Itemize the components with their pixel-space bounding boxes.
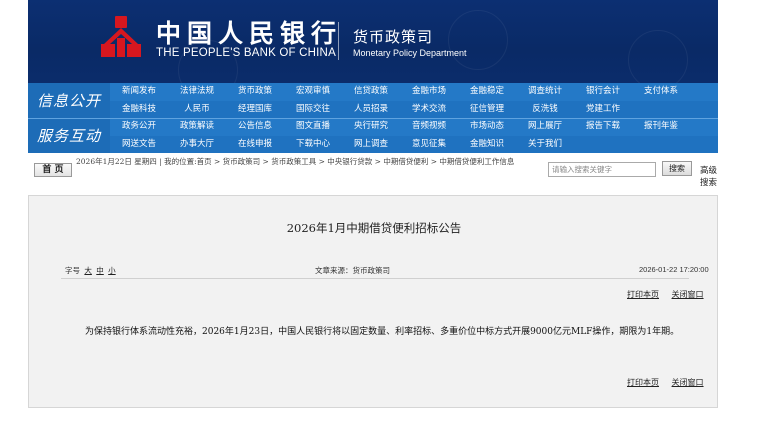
nav-item[interactable]: 宏观审慎: [284, 83, 342, 101]
nav-item[interactable]: 网送文告: [110, 136, 168, 154]
bank-name-cn: 中国人民银行: [156, 19, 343, 48]
nav-item[interactable]: 在线申报: [226, 136, 284, 154]
nav-item[interactable]: 反洗钱: [516, 101, 574, 119]
nav-item[interactable]: 支付体系: [632, 83, 690, 101]
search-button[interactable]: 搜索: [662, 161, 692, 176]
article-actions-top: 打印本页 关闭窗口: [627, 289, 704, 300]
nav-item[interactable]: 关于我们: [516, 136, 574, 154]
nav-item[interactable]: 金融稳定: [458, 83, 516, 101]
advanced-search-link[interactable]: 高级搜索: [700, 164, 718, 188]
pboc-emblem-icon: [101, 16, 141, 57]
header-divider: [338, 22, 339, 60]
dept-name-en: Monetary Policy Department: [353, 48, 467, 58]
nav-item[interactable]: 人员招录: [342, 101, 400, 119]
nav-section-service: 服务互动: [28, 118, 110, 153]
nav-section-info: 信息公开: [28, 83, 110, 118]
watermark-decoration: [448, 10, 508, 70]
nav-row: 金融科技 人民币 经理国库 国际交往 人员招录 学术交流 征信管理 反洗钱 党建…: [110, 100, 718, 119]
home-button[interactable]: 首 页: [34, 163, 72, 177]
nav-item[interactable]: 音频视频: [400, 118, 458, 136]
nav-item[interactable]: 图文直播: [284, 118, 342, 136]
meta-divider: [61, 278, 689, 279]
nav-item[interactable]: 下载中心: [284, 136, 342, 154]
nav-item[interactable]: 金融知识: [458, 136, 516, 154]
breadcrumb: 2026年1月22日 星期四 | 我的位置:首页 > 货币政策司 > 货币政策工…: [76, 157, 515, 166]
watermark-decoration: [628, 30, 688, 83]
nav-item[interactable]: 办事大厅: [168, 136, 226, 154]
nav-item[interactable]: 意见征集: [400, 136, 458, 154]
nav-row: 新闻发布 法律法规 货币政策 宏观审慎 信贷政策 金融市场 金融稳定 调查统计 …: [110, 83, 718, 101]
nav-item[interactable]: 金融科技: [110, 101, 168, 119]
close-window-link[interactable]: 关闭窗口: [672, 378, 704, 387]
nav-item[interactable]: 党建工作: [574, 101, 632, 119]
nav-item[interactable]: 法律法规: [168, 83, 226, 101]
close-window-link[interactable]: 关闭窗口: [672, 290, 704, 299]
nav-item[interactable]: 报刊年鉴: [632, 118, 690, 136]
nav-item[interactable]: 货币政策: [226, 83, 284, 101]
nav-item[interactable]: 调查统计: [516, 83, 574, 101]
nav-item[interactable]: 公告信息: [226, 118, 284, 136]
bank-name-en: THE PEOPLE'S BANK OF CHINA: [156, 47, 336, 59]
nav-item[interactable]: 政务公开: [110, 118, 168, 136]
nav-item[interactable]: 报告下载: [574, 118, 632, 136]
nav-item[interactable]: 央行研究: [342, 118, 400, 136]
nav-item[interactable]: 市场动态: [458, 118, 516, 136]
nav-row: 政务公开 政策解读 公告信息 图文直播 央行研究 音频视频 市场动态 网上展厅 …: [110, 118, 718, 136]
print-link[interactable]: 打印本页: [627, 378, 659, 387]
article-actions-bottom: 打印本页 关闭窗口: [627, 377, 704, 388]
font-size-control: 字号 大 中 小: [65, 265, 116, 276]
nav-item[interactable]: 经理国库: [226, 101, 284, 119]
article-title: 2026年1月中期借贷便利招标公告: [286, 221, 462, 235]
dept-name-cn: 货币政策司: [353, 28, 434, 46]
nav-divider: [28, 118, 718, 119]
nav-row: 网送文告 办事大厅 在线申报 下载中心 网上调查 意见征集 金融知识 关于我们: [110, 135, 718, 154]
breadcrumb-bar: 首 页 2026年1月22日 星期四 | 我的位置:首页 > 货币政策司 > 货…: [28, 153, 718, 188]
print-link[interactable]: 打印本页: [627, 290, 659, 299]
site-banner: 中国人民银行 THE PEOPLE'S BANK OF CHINA 货币政策司 …: [28, 0, 718, 83]
nav-item[interactable]: 网上调查: [342, 136, 400, 154]
search-input[interactable]: 请输入搜索关键字: [548, 162, 656, 177]
font-size-large[interactable]: 大: [84, 266, 92, 275]
main-nav: 信息公开 服务互动 新闻发布 法律法规 货币政策 宏观审慎 信贷政策 金融市场 …: [28, 83, 718, 153]
font-size-label: 字号: [65, 266, 80, 275]
article-source: 文章来源：货币政策司: [315, 266, 390, 275]
article-body: 为保持银行体系流动性充裕，2026年1月23日，中国人民银行将以固定数量、利率招…: [85, 327, 680, 337]
font-size-small[interactable]: 小: [108, 266, 116, 275]
nav-item[interactable]: 银行会计: [574, 83, 632, 101]
nav-item[interactable]: 政策解读: [168, 118, 226, 136]
nav-item[interactable]: 人民币: [168, 101, 226, 119]
nav-item[interactable]: 网上展厅: [516, 118, 574, 136]
nav-item[interactable]: 金融市场: [400, 83, 458, 101]
nav-item[interactable]: 信贷政策: [342, 83, 400, 101]
nav-item[interactable]: 征信管理: [458, 101, 516, 119]
article-panel: 2026年1月中期借贷便利招标公告 字号 大 中 小 文章来源：货币政策司 20…: [28, 195, 718, 408]
nav-item[interactable]: 新闻发布: [110, 83, 168, 101]
nav-item[interactable]: 国际交往: [284, 101, 342, 119]
article-date: 2026-01-22 17:20:00: [639, 265, 709, 274]
nav-item[interactable]: 学术交流: [400, 101, 458, 119]
font-size-medium[interactable]: 中: [96, 266, 104, 275]
